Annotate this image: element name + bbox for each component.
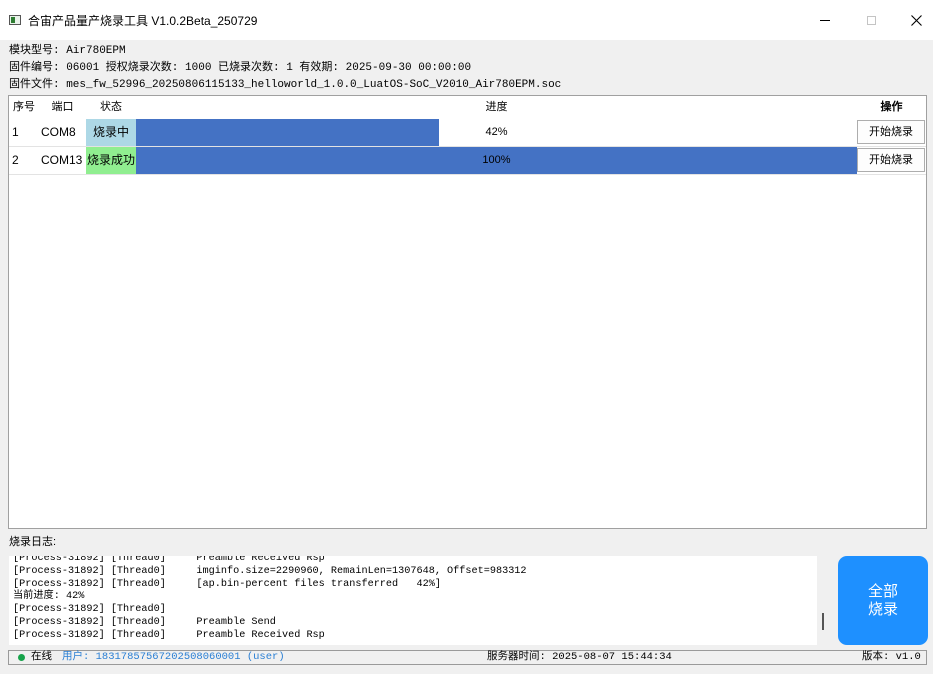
start-burn-button[interactable]: 开始烧录: [857, 120, 925, 144]
online-status: 在线: [31, 651, 52, 663]
log-line: [Process-31892] [Thread0] Preamble Send: [13, 617, 276, 628]
title-bar: 合宙产品量产烧录工具 V1.0.2Beta_250729: [0, 0, 933, 40]
row-port: COM8: [41, 125, 76, 139]
log-line: [Process-31892] [Thread0] Preamble Recei…: [13, 556, 325, 564]
maximize-button[interactable]: [848, 0, 894, 40]
status-badge: 烧录中: [86, 119, 136, 146]
app-icon: [9, 15, 21, 25]
col-header-status: 状态: [86, 96, 136, 118]
start-burn-button[interactable]: 开始烧录: [857, 148, 925, 172]
table-row: 2 COM13 烧录成功 100% 开始烧录: [9, 147, 926, 174]
log-output[interactable]: [Process-31892] [Thread0] Preamble Recei…: [9, 556, 817, 645]
device-table: 序号 端口 状态 进度 操作 1 COM8 烧录中 42% 开始烧录 2 COM…: [8, 95, 927, 529]
minimize-icon: [820, 19, 830, 21]
maximize-icon: [866, 15, 876, 25]
window-title: 合宙产品量产烧录工具 V1.0.2Beta_250729: [28, 14, 258, 28]
log-line: [Process-31892] [Thread0]: [13, 604, 166, 616]
log-scrollbar[interactable]: [822, 613, 824, 630]
col-header-port: 端口: [39, 96, 86, 118]
col-header-ops: 操作: [857, 96, 926, 118]
burn-all-button[interactable]: 全部 烧录: [838, 556, 928, 645]
log-line: [Process-31892] [Thread0] Preamble Recei…: [13, 629, 325, 641]
progress-bar: 100%: [136, 147, 857, 174]
burn-all-label-2: 烧录: [867, 600, 898, 618]
minimize-button[interactable]: [802, 0, 848, 40]
log-label: 烧录日志:: [9, 536, 57, 548]
table-row: 1 COM8 烧录中 42% 开始烧录: [9, 119, 926, 146]
version: 版本: v1.0: [862, 651, 921, 663]
progress-text: 100%: [482, 154, 511, 166]
col-header-index: 序号: [9, 96, 39, 118]
log-line: [Process-31892] [Thread0] imginfo.size=2…: [13, 565, 527, 577]
firmware-file: 固件文件: mes_fw_52996_20250806115133_hellow…: [9, 79, 562, 91]
progress-text: 42%: [485, 126, 508, 138]
row-index: 2: [12, 153, 19, 167]
online-dot-icon: [18, 654, 25, 661]
module-model: 模块型号: Air780EPM: [9, 45, 126, 57]
row-index: 1: [12, 125, 19, 139]
status-badge: 烧录成功: [86, 147, 136, 174]
burn-all-label-1: 全部: [867, 582, 898, 600]
server-time: 服务器时间: 2025-08-07 15:44:34: [487, 651, 672, 663]
user-info: 用户: 18317857567202508060001 (user): [62, 651, 285, 663]
progress-bar: 42%: [136, 119, 857, 146]
row-port: COM13: [41, 153, 83, 167]
col-header-progress: 进度: [136, 96, 857, 118]
log-line: [Process-31892] [Thread0] [ap.bin-percen…: [13, 578, 441, 590]
status-bar: 在线 用户: 18317857567202508060001 (user) 服务…: [8, 650, 927, 665]
firmware-info: 固件编号: 06001 授权烧录次数: 1000 已烧录次数: 1 有效期: 2…: [9, 62, 472, 74]
close-icon: [910, 14, 922, 26]
log-line: 当前进度: 42%: [13, 591, 85, 603]
close-button[interactable]: [893, 0, 933, 40]
